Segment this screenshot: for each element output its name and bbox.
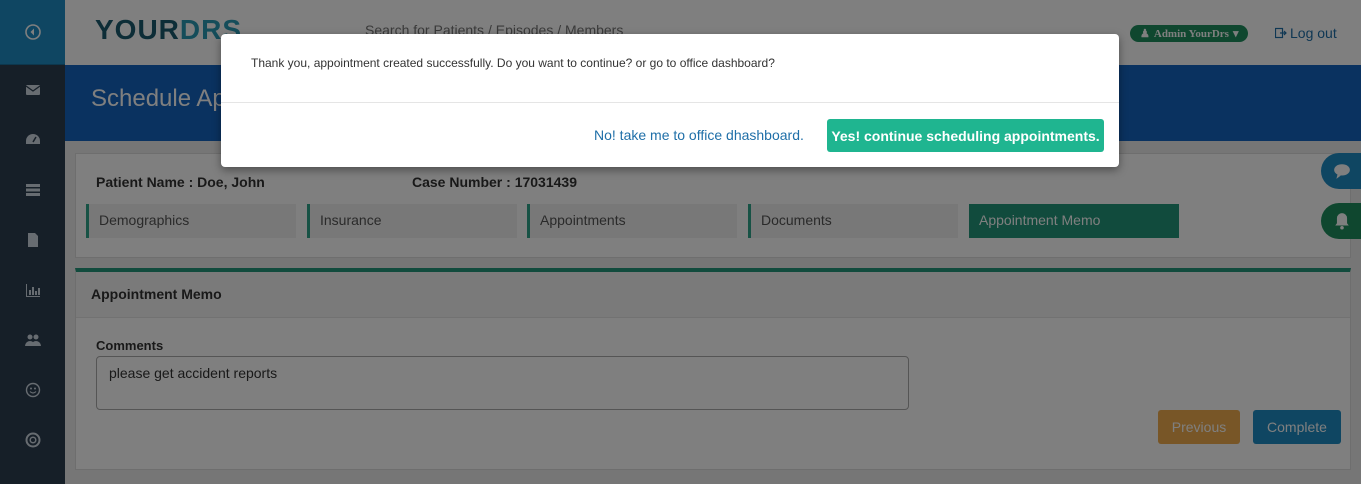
modal-message: Thank you, appointment created successfu… (251, 56, 775, 70)
modal-divider (221, 102, 1119, 103)
confirmation-modal: Thank you, appointment created successfu… (221, 34, 1119, 167)
go-to-dashboard-link[interactable]: No! take me to office dhashboard. (594, 127, 804, 143)
continue-scheduling-button[interactable]: Yes! continue scheduling appointments. (827, 119, 1104, 152)
